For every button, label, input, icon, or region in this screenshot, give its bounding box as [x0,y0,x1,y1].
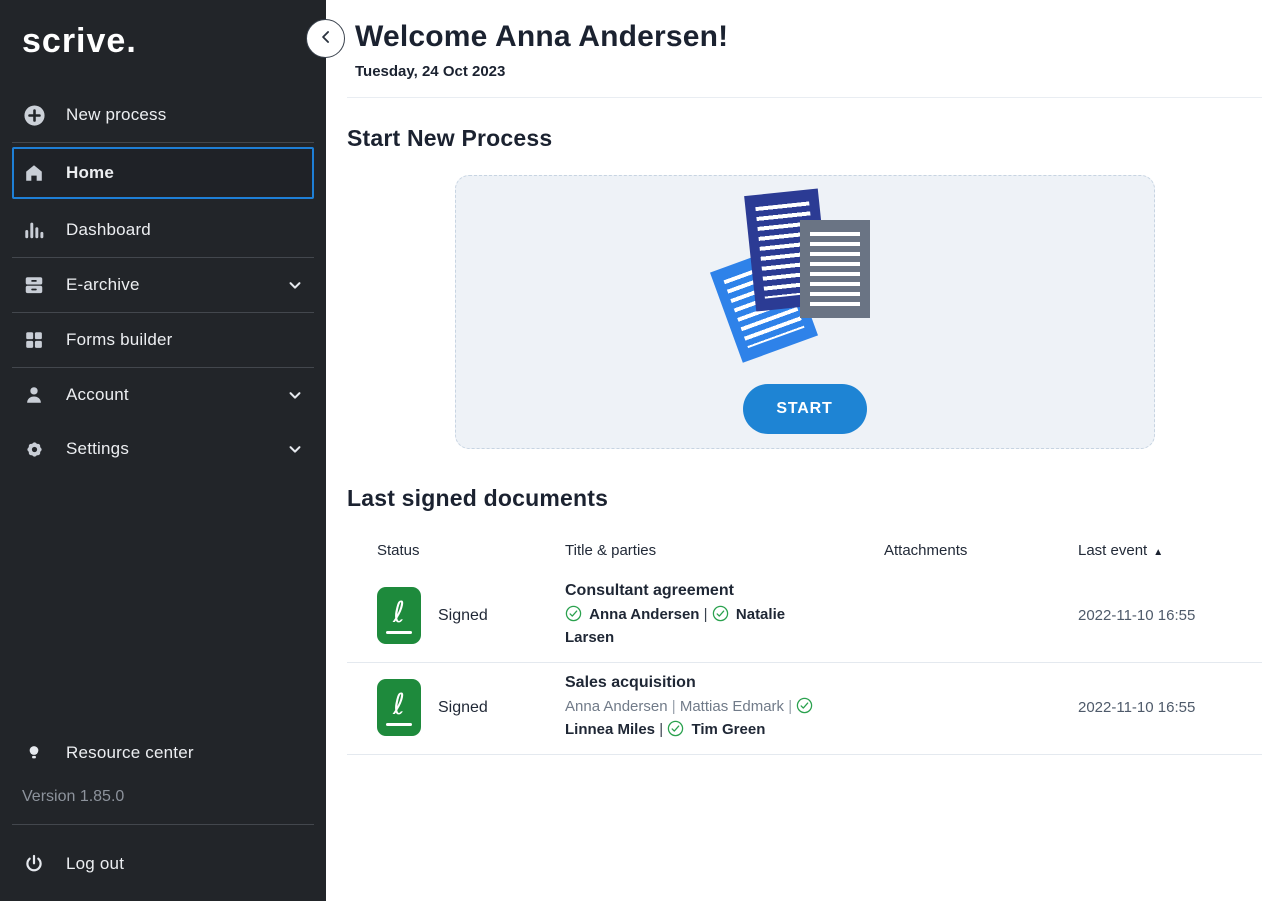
sidebar: scrive. New process Home Dashboard [0,0,326,901]
table-row[interactable]: ℓ Signed Consultant agreement Anna Anderse… [347,571,1262,663]
status-cell: ℓ Signed [347,587,565,644]
check-circle-icon [565,606,585,623]
title-parties-cell: Sales acquisition Anna Andersen | Mattias… [565,674,884,741]
sidebar-item-label: New process [66,105,166,125]
signed-status-icon: ℓ [377,679,421,736]
check-circle-icon [796,698,816,715]
section-title-documents: Last signed documents [347,485,1262,512]
last-signed-documents-section: Last signed documents Status Title & par… [347,485,1262,755]
paper-grey [800,220,870,318]
start-button[interactable]: START [743,384,867,434]
lightbulb-icon [22,741,46,765]
documents-table-body: ℓ Signed Consultant agreement Anna Anderse… [347,571,1262,755]
party-name: Mattias Edmark [680,698,784,715]
document-parties: Anna Andersen | Natalie Larsen [565,604,827,649]
document-parties: Anna Andersen | Mattias Edmark | Linnea … [565,696,827,741]
bar-chart-icon [22,218,46,242]
section-title-start: Start New Process [347,125,1262,152]
sidebar-item-label: Forms builder [66,330,173,350]
status-cell: ℓ Signed [347,679,565,736]
app-root: scrive. New process Home Dashboard [0,0,1280,901]
party-separator: | [672,698,680,715]
column-header-attachments[interactable]: Attachments [884,542,1078,559]
table-header-row: Status Title & parties Attachments Last … [347,520,1262,571]
power-icon [22,852,46,876]
archive-icon [22,273,46,297]
gear-icon [22,437,46,461]
party-name: Tim Green [691,721,765,738]
sidebar-divider [12,142,314,143]
column-header-status[interactable]: Status [347,542,565,559]
sort-ascending-icon: ▲ [1153,547,1163,558]
plus-circle-icon [22,103,46,127]
sidebar-item-logout[interactable]: Log out [0,837,326,891]
party-name: Anna Andersen [565,698,668,715]
sidebar-item-e-archive[interactable]: E-archive [0,258,326,312]
sidebar-item-new-process[interactable]: New process [0,88,326,142]
status-label: Signed [438,699,488,717]
documents-table: Status Title & parties Attachments Last … [347,520,1262,755]
table-row[interactable]: ℓ Signed Sales acquisition Anna Andersen | … [347,663,1262,755]
sidebar-item-settings[interactable]: Settings [0,422,326,476]
version-label: Version 1.85.0 [0,780,326,824]
signed-status-icon: ℓ [377,587,421,644]
sidebar-item-home[interactable]: Home [12,147,314,199]
sidebar-item-label: Account [66,385,129,405]
last-event-cell: 2022-11-10 16:55 [1078,607,1262,624]
sidebar-item-label: E-archive [66,275,140,295]
grid-icon [22,328,46,352]
sidebar-item-account[interactable]: Account [0,368,326,422]
title-parties-cell: Consultant agreement Anna Andersen | Nat… [565,582,884,649]
chevron-down-icon [286,276,304,294]
check-circle-icon [667,721,687,738]
home-icon [22,161,46,185]
sidebar-item-resource-center[interactable]: Resource center [0,726,326,780]
sidebar-footer: Resource center Version 1.85.0 Log out [0,726,326,901]
last-event-cell: 2022-11-10 16:55 [1078,699,1262,716]
main-content: Welcome Anna Andersen! Tuesday, 24 Oct 2… [326,0,1280,901]
chevron-left-icon [316,27,336,50]
sidebar-item-dashboard[interactable]: Dashboard [0,203,326,257]
chevron-down-icon [286,440,304,458]
sidebar-item-label: Home [66,163,114,183]
sidebar-collapse-button[interactable] [306,19,345,58]
party-name: Linnea Miles [565,721,655,738]
header-divider [347,97,1262,98]
page-header: Welcome Anna Andersen! Tuesday, 24 Oct 2… [355,0,1262,80]
start-new-process-section: Start New Process START [347,125,1262,449]
current-date: Tuesday, 24 Oct 2023 [355,63,1262,80]
page-title: Welcome Anna Andersen! [355,20,1262,54]
chevron-down-icon [286,386,304,404]
party-separator: | [704,606,712,623]
document-title[interactable]: Consultant agreement [565,582,884,600]
start-process-card: START [455,175,1155,449]
sidebar-item-label: Log out [66,854,124,874]
party-name: Anna Andersen [589,606,699,623]
document-title[interactable]: Sales acquisition [565,674,884,692]
person-icon [22,383,46,407]
sidebar-divider [12,824,314,825]
sidebar-item-label: Dashboard [66,220,151,240]
sidebar-nav: New process Home Dashboard E [0,88,326,476]
sidebar-item-label: Resource center [66,743,194,763]
column-header-title-parties[interactable]: Title & parties [565,542,884,559]
sidebar-item-forms-builder[interactable]: Forms builder [0,313,326,367]
status-label: Signed [438,607,488,625]
column-header-last-event[interactable]: Last event▲ [1078,542,1262,559]
scrive-logo: scrive. [0,0,326,88]
sidebar-item-label: Settings [66,439,129,459]
documents-illustration-icon [720,192,890,358]
check-circle-icon [712,606,732,623]
